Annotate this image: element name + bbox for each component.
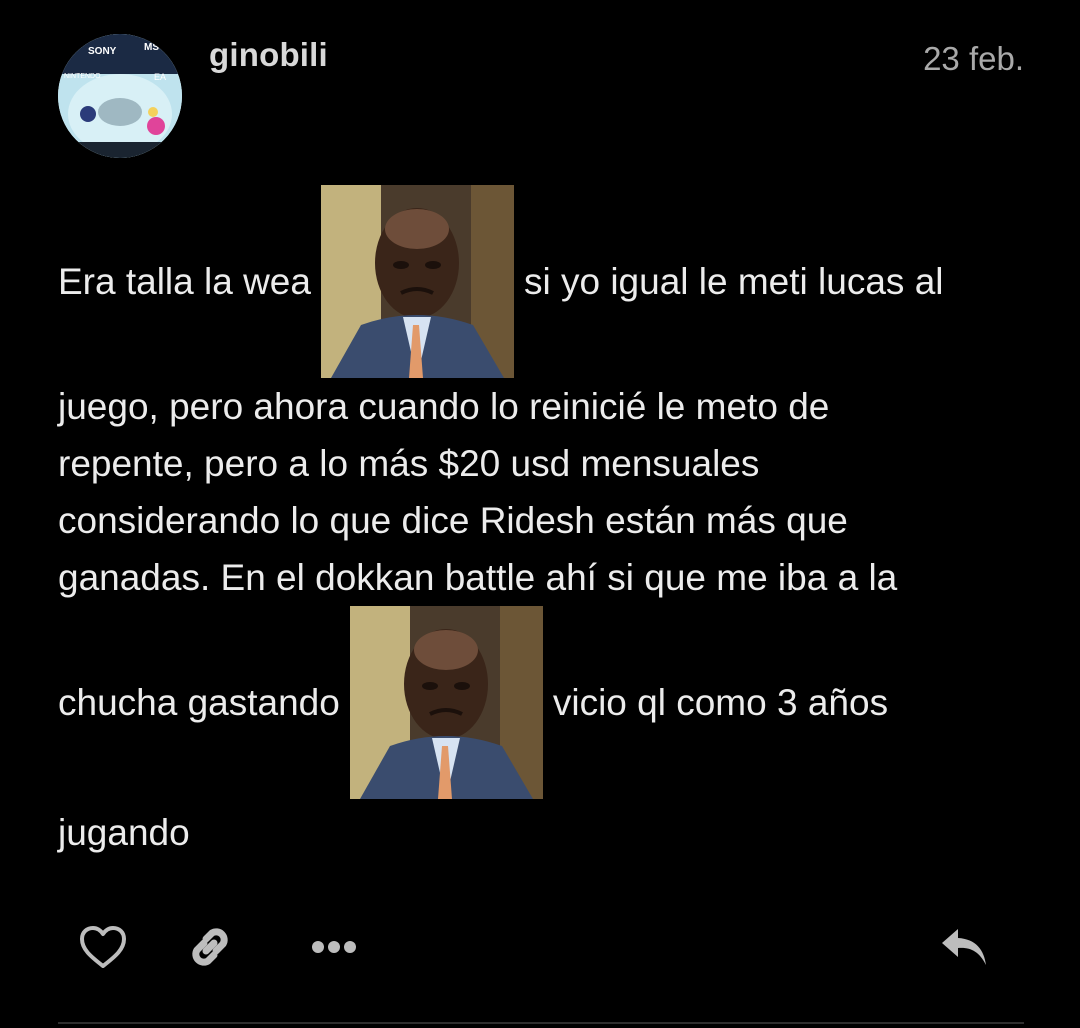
avatar-label-sony: SONY — [88, 46, 117, 57]
post-line: considerando lo que dice Ridesh están má… — [58, 492, 1028, 549]
post-line: ganadas. En el dokkan battle ahí si que … — [58, 549, 1028, 606]
post-text: ganadas. En el dokkan battle ahí si que … — [58, 557, 898, 598]
post-line: repente, pero a lo más $20 usd mensuales — [58, 435, 1028, 492]
reply-button[interactable] — [932, 915, 996, 979]
post-text: repente, pero a lo más $20 usd mensuales — [58, 443, 760, 484]
divider — [58, 1022, 1024, 1024]
post-text: considerando lo que dice Ridesh están má… — [58, 500, 848, 541]
avatar[interactable]: SONY NINTENDO EA MS — [58, 34, 182, 158]
crying-jordan-emoji — [349, 606, 543, 799]
avatar-label-ea: EA — [154, 72, 166, 82]
username[interactable]: ginobili — [209, 36, 328, 74]
reply-icon — [942, 929, 986, 965]
post-text: vicio ql como 3 años — [552, 682, 889, 723]
crying-jordan-emoji — [320, 185, 514, 378]
like-button[interactable] — [71, 915, 135, 979]
post-line: jugando — [58, 799, 1028, 865]
avatar-label-nintendo: NINTENDO — [64, 73, 101, 80]
post-actions — [0, 915, 1080, 985]
more-button[interactable] — [302, 915, 366, 979]
post-text: jugando — [58, 811, 190, 853]
post-body: Era talla la wea si yo igual le meti luc… — [58, 185, 1028, 865]
heart-icon — [80, 926, 126, 968]
copy-link-button[interactable] — [178, 915, 242, 979]
post-text: chucha gastando — [58, 682, 340, 723]
avatar-label-ms: MS — [144, 42, 159, 53]
link-icon — [192, 928, 228, 966]
post-line: juego, pero ahora cuando lo reinicié le … — [58, 378, 1028, 435]
post-line: chucha gastando vicio ql como 3 años — [58, 606, 1028, 799]
post-line: Era talla la wea si yo igual le meti luc… — [58, 185, 1028, 378]
avatar-image: SONY NINTENDO EA MS — [58, 34, 182, 158]
post-text: Era talla la wea — [58, 261, 311, 302]
ellipsis-icon — [312, 941, 356, 953]
post-date[interactable]: 23 feb. — [923, 40, 1024, 78]
post-text: si yo igual le meti lucas al — [523, 261, 944, 302]
post-text: juego, pero ahora cuando lo reinicié le … — [58, 386, 830, 427]
